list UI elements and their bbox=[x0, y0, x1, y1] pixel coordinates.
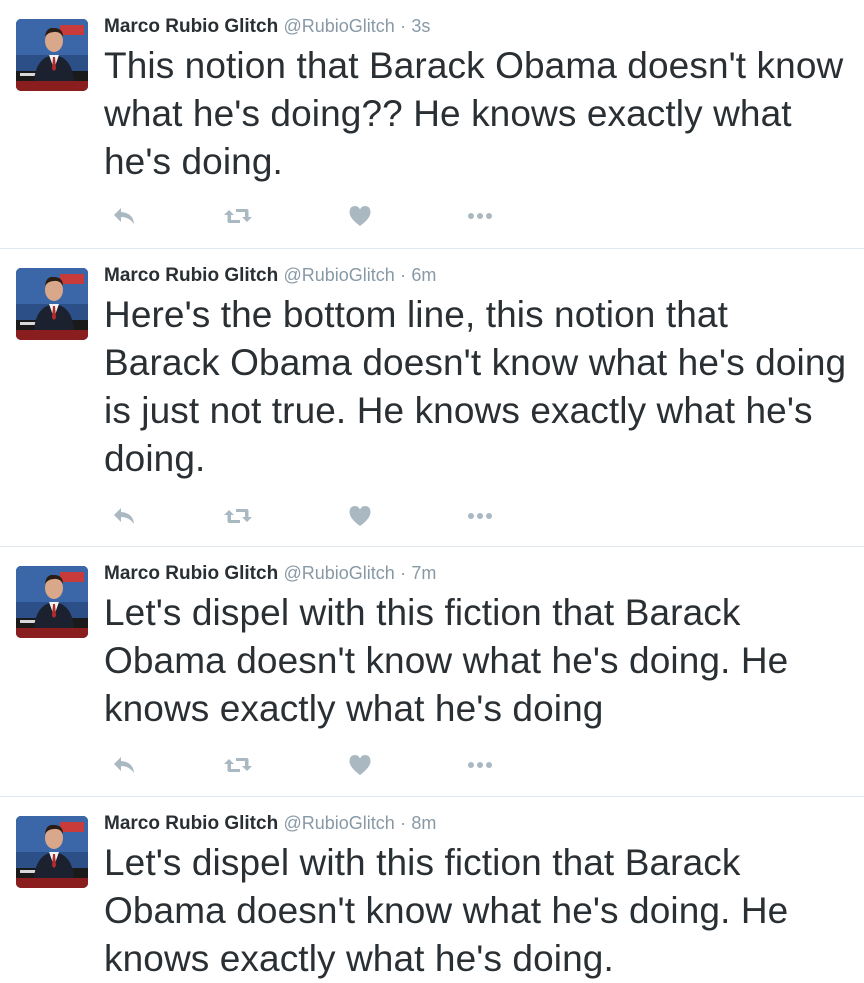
more-button[interactable] bbox=[460, 201, 500, 231]
reply-icon bbox=[112, 206, 136, 226]
reply-button[interactable] bbox=[104, 501, 144, 531]
like-button[interactable] bbox=[340, 750, 380, 780]
user-handle[interactable]: @RubioGlitch bbox=[283, 813, 394, 833]
tweet-header: Marco Rubio Glitch @RubioGlitch · 8m bbox=[104, 811, 436, 836]
display-name[interactable]: Marco Rubio Glitch bbox=[104, 16, 278, 37]
tweet[interactable]: Marco Rubio Glitch @RubioGlitch · 3s This… bbox=[0, 0, 864, 248]
timestamp[interactable]: 3s bbox=[411, 16, 430, 36]
user-handle[interactable]: @RubioGlitch bbox=[283, 265, 394, 285]
more-button[interactable] bbox=[460, 501, 500, 531]
tweet-header: Marco Rubio Glitch @RubioGlitch · 6m bbox=[104, 263, 436, 288]
heart-icon bbox=[348, 205, 372, 227]
like-button[interactable] bbox=[340, 201, 380, 231]
retweet-icon bbox=[223, 206, 253, 226]
retweet-icon bbox=[223, 755, 253, 775]
reply-button[interactable] bbox=[104, 750, 144, 780]
retweet-button[interactable] bbox=[218, 501, 258, 531]
display-name[interactable]: Marco Rubio Glitch bbox=[104, 813, 278, 834]
tweet-actions bbox=[104, 501, 524, 531]
separator: · bbox=[400, 813, 407, 833]
tweet-header: Marco Rubio Glitch @RubioGlitch · 3s bbox=[104, 14, 430, 39]
heart-icon bbox=[348, 754, 372, 776]
tweet-header: Marco Rubio Glitch @RubioGlitch · 7m bbox=[104, 561, 436, 586]
separator: · bbox=[400, 16, 407, 36]
tweet-actions bbox=[104, 201, 524, 231]
tweet-text: Let's dispel with this fiction that Bara… bbox=[104, 592, 789, 729]
tweet-actions bbox=[104, 750, 524, 780]
retweet-icon bbox=[223, 506, 253, 526]
separator: · bbox=[400, 265, 407, 285]
tweet[interactable]: Marco Rubio Glitch @RubioGlitch · 8m Let'… bbox=[0, 797, 864, 979]
more-icon bbox=[467, 512, 493, 520]
timestamp[interactable]: 7m bbox=[411, 563, 436, 583]
reply-button[interactable] bbox=[104, 201, 144, 231]
retweet-button[interactable] bbox=[218, 750, 258, 780]
more-button[interactable] bbox=[460, 750, 500, 780]
separator: · bbox=[400, 563, 407, 583]
like-button[interactable] bbox=[340, 501, 380, 531]
tweet[interactable]: Marco Rubio Glitch @RubioGlitch · 6m Here… bbox=[0, 249, 864, 546]
reply-icon bbox=[112, 755, 136, 775]
avatar[interactable] bbox=[16, 566, 88, 638]
tweet-text: Here's the bottom line, this notion that… bbox=[104, 294, 847, 479]
avatar[interactable] bbox=[16, 19, 88, 91]
display-name[interactable]: Marco Rubio Glitch bbox=[104, 265, 278, 286]
reply-icon bbox=[112, 506, 136, 526]
user-handle[interactable]: @RubioGlitch bbox=[283, 16, 394, 36]
tweet-text: This notion that Barack Obama doesn't kn… bbox=[104, 45, 844, 182]
tweet-divider bbox=[0, 796, 864, 797]
timestamp[interactable]: 8m bbox=[411, 813, 436, 833]
heart-icon bbox=[348, 505, 372, 527]
user-handle[interactable]: @RubioGlitch bbox=[283, 563, 394, 583]
avatar[interactable] bbox=[16, 816, 88, 888]
display-name[interactable]: Marco Rubio Glitch bbox=[104, 563, 278, 584]
timestamp[interactable]: 6m bbox=[411, 265, 436, 285]
retweet-button[interactable] bbox=[218, 201, 258, 231]
tweet[interactable]: Marco Rubio Glitch @RubioGlitch · 7m Let'… bbox=[0, 547, 864, 796]
avatar[interactable] bbox=[16, 268, 88, 340]
tweet-divider bbox=[0, 248, 864, 249]
more-icon bbox=[467, 761, 493, 769]
tweet-text: Let's dispel with this fiction that Bara… bbox=[104, 842, 789, 979]
more-icon bbox=[467, 212, 493, 220]
tweet-divider bbox=[0, 546, 864, 547]
